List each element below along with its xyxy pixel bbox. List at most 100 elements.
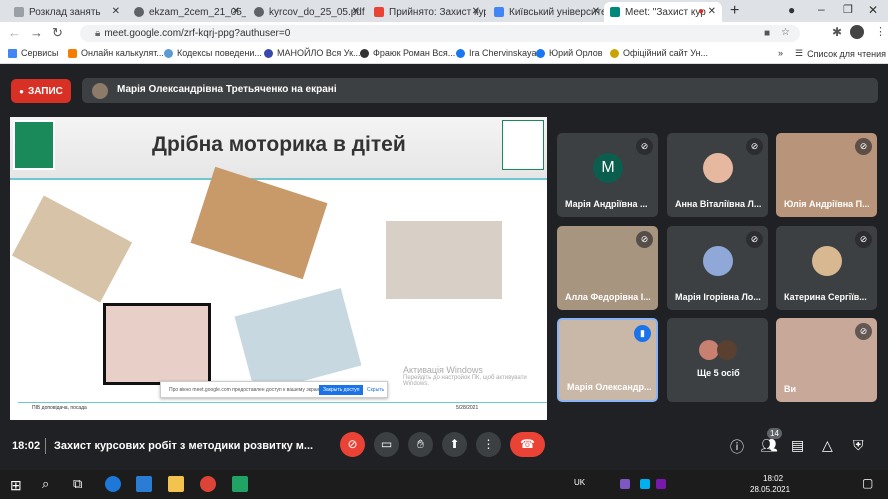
forward-icon[interactable]: → bbox=[30, 25, 43, 40]
bookmark[interactable]: Сервисы bbox=[8, 48, 58, 58]
bookmark[interactable]: Ira Chervinskaya bbox=[456, 48, 537, 58]
skype-icon[interactable] bbox=[640, 479, 650, 489]
participant-name: Юлія Андріївна П... bbox=[784, 199, 870, 209]
participant-name: Марія Олександр... bbox=[567, 382, 652, 392]
mic-off-icon: ⊘ bbox=[636, 231, 653, 248]
participant-tile[interactable]: ⊘ Марія Ігорівна Ло... bbox=[667, 226, 768, 310]
bookmark-star-icon[interactable]: ☆ bbox=[781, 27, 790, 38]
record-dot-icon: ● bbox=[19, 86, 24, 96]
chat-icon[interactable]: ▤ bbox=[791, 437, 804, 454]
participant-tile[interactable]: ⊘ M Марія Андріївна ... bbox=[557, 133, 658, 217]
activities-icon[interactable]: △ bbox=[822, 437, 833, 454]
notifications-icon[interactable]: ▢ bbox=[862, 476, 873, 490]
mic-off-button[interactable]: ⊘ bbox=[340, 432, 365, 457]
spreadsheet-icon[interactable] bbox=[232, 476, 248, 492]
photo-mosaic bbox=[190, 166, 328, 280]
bookmark[interactable]: Кодексы поведени... bbox=[164, 48, 262, 58]
bookmark[interactable]: Фраюк Роман Вся... bbox=[360, 48, 455, 58]
participant-count-badge: 14 bbox=[767, 428, 782, 439]
bookmark-label: Ira Chervinskaya bbox=[469, 48, 537, 58]
word-icon[interactable] bbox=[136, 476, 152, 492]
profile-avatar[interactable] bbox=[850, 25, 864, 39]
participant-tile[interactable]: ⊘ Юлія Андріївна П... bbox=[776, 133, 877, 217]
participant-tile[interactable]: ⊘ Катерина Сергіїв... bbox=[776, 226, 877, 310]
windows-activation-sub: Перейдіть до настройок ПК, щоб активуват… bbox=[403, 375, 527, 387]
back-icon[interactable]: ← bbox=[8, 25, 21, 40]
divider bbox=[45, 438, 46, 454]
menu-icon[interactable]: ⋮ bbox=[875, 25, 886, 38]
people-icon[interactable]: 👥︎ bbox=[760, 437, 778, 454]
globe-icon bbox=[254, 7, 264, 17]
close-window-button[interactable]: ✕ bbox=[868, 3, 878, 17]
raise-hand-button[interactable]: ✋︎ bbox=[408, 432, 433, 457]
tab-meet[interactable]: Meet: "Захист кур ● ✕ bbox=[604, 2, 722, 22]
leave-call-button[interactable]: ☎︎ bbox=[510, 432, 545, 457]
more-options-button[interactable]: ⋮ bbox=[476, 432, 501, 457]
tab-ekzam[interactable]: ekzam_2cem_21_05_1 ✕ bbox=[128, 2, 246, 22]
close-icon[interactable]: ✕ bbox=[232, 6, 240, 17]
new-tab-button[interactable]: + bbox=[730, 2, 739, 20]
bookmark[interactable]: Офіційний сайт Ун... bbox=[610, 48, 708, 58]
restore-button[interactable]: ❐ bbox=[843, 3, 853, 16]
close-icon[interactable]: ✕ bbox=[352, 6, 360, 17]
participant-name: Марія Ігорівна Ло... bbox=[675, 292, 761, 302]
reading-list[interactable]: ☰ Список для чтения bbox=[795, 48, 886, 59]
self-tile[interactable]: ⊘ Ви bbox=[776, 318, 877, 402]
photo-kids-playing bbox=[11, 195, 133, 303]
tab-schedule[interactable]: Розклад занять ✕ bbox=[8, 2, 126, 22]
viber-icon[interactable] bbox=[620, 479, 630, 489]
stop-sharing-button[interactable]: Закрыть доступ bbox=[319, 385, 364, 395]
meeting-time: 18:02 bbox=[12, 440, 41, 452]
mic-off-icon: ⊘ bbox=[855, 138, 872, 155]
address-bar[interactable]: 🔒︎ meet.google.com/zrf-kqrj-ppg?authuser=… bbox=[80, 25, 800, 42]
file-explorer-icon[interactable] bbox=[168, 476, 184, 492]
close-icon[interactable]: ✕ bbox=[592, 6, 600, 17]
meeting-title: Захист курсових робіт з методики розвитк… bbox=[54, 440, 314, 452]
language-indicator[interactable]: UK bbox=[574, 478, 585, 487]
bookmark[interactable]: Юрий Орлов bbox=[536, 48, 603, 58]
close-icon[interactable]: ✕ bbox=[472, 6, 480, 17]
bookmark-label: Онлайн калькулят... bbox=[81, 48, 164, 58]
present-button[interactable]: ⬆ bbox=[442, 432, 467, 457]
close-icon[interactable]: ✕ bbox=[708, 6, 716, 17]
apps-icon bbox=[8, 48, 17, 58]
participant-tile[interactable]: ⊘ Алла Федорівна І... bbox=[557, 226, 658, 310]
clock-date[interactable]: 28.05.2021 bbox=[750, 485, 790, 494]
avatar: M bbox=[593, 153, 623, 183]
slide-title: Дрібна моторика в дітей bbox=[152, 133, 406, 156]
info-icon[interactable]: ⓘ bbox=[730, 437, 744, 457]
tab-kyrcov[interactable]: kyrcov_do_25_05.pdf ✕ bbox=[248, 2, 366, 22]
task-view-icon[interactable]: ⧉ bbox=[73, 476, 82, 492]
bookmark[interactable]: МАНОЙЛО Вся Ук... bbox=[264, 48, 361, 58]
tab-gmail[interactable]: Прийнято: Захист кур ✕ bbox=[368, 2, 486, 22]
bookmark-label: Кодексы поведени... bbox=[177, 48, 262, 58]
university-logo bbox=[13, 120, 55, 170]
close-icon[interactable]: ✕ bbox=[112, 6, 120, 17]
search-icon[interactable]: ⌕ bbox=[42, 476, 49, 492]
host-controls-icon[interactable]: ⛨ bbox=[853, 437, 864, 454]
windows-start-icon[interactable]: ⊞ bbox=[10, 477, 22, 494]
hide-button[interactable]: Скрыть bbox=[367, 387, 384, 393]
camera-icon[interactable]: ■ bbox=[764, 28, 770, 39]
more-participants-tile[interactable]: Ще 5 осіб bbox=[667, 318, 768, 402]
onenote-icon[interactable] bbox=[656, 479, 666, 489]
more-participants-label: Ще 5 осіб bbox=[697, 368, 740, 378]
more-bookmarks-icon[interactable]: » bbox=[778, 48, 783, 58]
recording-badge[interactable]: ● ЗАПИС bbox=[11, 79, 71, 103]
slide-footer-left: ПІБ доповідача, посада bbox=[32, 405, 87, 411]
camera-button[interactable]: ▭ bbox=[374, 432, 399, 457]
edge-icon[interactable] bbox=[105, 476, 121, 492]
bookmark-label: Фраюк Роман Вся... bbox=[373, 48, 456, 58]
facebook-icon bbox=[456, 48, 465, 58]
tab-university[interactable]: Київський університе ✕ bbox=[488, 2, 606, 22]
participant-name: Ви bbox=[784, 384, 797, 394]
participant-tile[interactable]: ⊘ Анна Віталіївна Л... bbox=[667, 133, 768, 217]
clock-time[interactable]: 18:02 bbox=[763, 474, 783, 483]
chrome-icon[interactable] bbox=[200, 476, 216, 492]
bookmark[interactable]: Онлайн калькулят... bbox=[68, 48, 164, 58]
tab-search-icon[interactable]: ● bbox=[788, 3, 795, 17]
extensions-icon[interactable]: ✱ bbox=[832, 25, 842, 39]
reload-icon[interactable]: ↻ bbox=[52, 25, 63, 41]
participant-tile-speaking[interactable]: ▮ Марія Олександр... bbox=[557, 318, 658, 402]
minimize-button[interactable]: – bbox=[818, 2, 825, 16]
